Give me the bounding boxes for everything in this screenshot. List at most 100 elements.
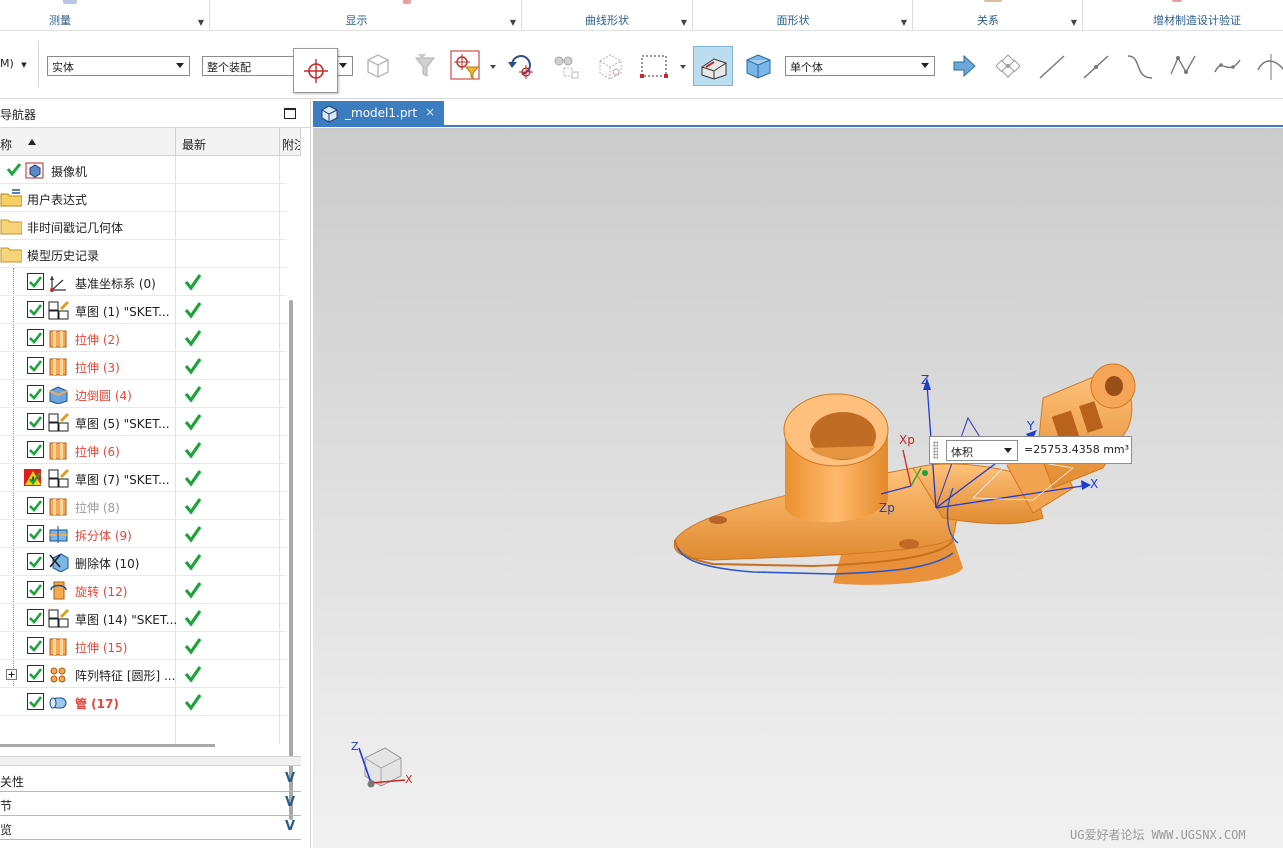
feature-checkbox[interactable]	[27, 665, 44, 682]
sketch-icon	[48, 608, 70, 628]
checkmark-icon	[184, 386, 202, 403]
tree-row-non-timestamp-geometry[interactable]: 非时间戳记几何体	[0, 212, 287, 240]
measure-type-select[interactable]: 体积	[946, 440, 1018, 461]
dependencies-panel[interactable]: 关性 V	[0, 768, 301, 792]
feature-checkbox[interactable]	[27, 357, 44, 374]
ribbon-group-curve-shape[interactable]: 曲线形状 ▼	[522, 0, 693, 31]
ribbon-group-am-validation[interactable]: 增材制造设计验证	[1083, 0, 1283, 31]
tree-row-feature[interactable]: 边倒圆 (4)	[0, 380, 287, 408]
body-select-button[interactable]	[738, 46, 778, 86]
feature-checkbox[interactable]	[27, 385, 44, 402]
chevron-down-icon[interactable]: V	[285, 819, 295, 834]
feature-checkbox[interactable]	[27, 525, 44, 542]
feature-checkbox[interactable]	[27, 441, 44, 458]
tree-row-feature[interactable]: 草图 (14) "SKET...	[0, 604, 287, 632]
feature-checkbox[interactable]	[27, 413, 44, 430]
filter-select-button[interactable]	[404, 46, 444, 86]
chevron-down-icon[interactable]: ▼	[510, 18, 516, 27]
rectangle-select-button[interactable]	[634, 46, 674, 86]
part-model[interactable]	[673, 363, 1136, 585]
tree-row-feature[interactable]: 拉伸 (8)	[0, 492, 287, 520]
select-hidden-button[interactable]	[546, 46, 586, 86]
tree-row-feature[interactable]: 阵列特征 [圆形] ...	[0, 660, 287, 688]
chevron-down-icon[interactable]	[490, 65, 496, 69]
view-triad: Z X	[351, 740, 413, 788]
toolbar-divider	[38, 41, 39, 87]
tree-row-feature[interactable]: 拉伸 (2)	[0, 324, 287, 352]
menu-button-fragment[interactable]: M) ▼	[0, 57, 27, 70]
tree-row-feature[interactable]: 旋转 (12)	[0, 576, 287, 604]
panel-divider[interactable]	[0, 756, 301, 766]
maximize-icon[interactable]	[284, 108, 296, 119]
details-panel[interactable]: 节 V	[0, 792, 301, 816]
feature-checkbox[interactable]	[27, 609, 44, 626]
spline-poles-button[interactable]	[1164, 46, 1204, 86]
chevron-down-icon[interactable]: ▼	[681, 18, 687, 27]
chevron-down-icon[interactable]: V	[285, 795, 295, 810]
horizontal-scrollbar[interactable]	[0, 744, 215, 747]
tree-item-label: 草图 (1) "SKET...	[75, 305, 170, 319]
curve-tool-button[interactable]	[1120, 46, 1160, 86]
feature-checkbox[interactable]	[27, 637, 44, 654]
feature-checkbox[interactable]	[27, 553, 44, 570]
warning-icon[interactable]: !	[24, 469, 41, 486]
spline-through-points-button[interactable]	[1208, 46, 1248, 86]
feature-checkbox[interactable]	[27, 329, 44, 346]
type-filter-select[interactable]: 实体	[47, 56, 190, 76]
graphics-viewport[interactable]: Z Y X Xp Zp Z X	[313, 128, 1283, 848]
chevron-down-icon[interactable]: V	[285, 771, 295, 786]
snap-point-popup[interactable]	[293, 48, 338, 93]
close-icon[interactable]: ×	[425, 105, 435, 119]
model-canvas[interactable]: Z Y X Xp Zp Z X	[313, 128, 1283, 848]
select-box-button[interactable]	[590, 46, 630, 86]
ribbon-group-measure[interactable]: 测量 ▼	[0, 0, 210, 31]
feature-checkbox[interactable]	[27, 301, 44, 318]
tree-row-feature[interactable]: 基准坐标系 (0)	[0, 268, 287, 296]
tree-row-feature[interactable]: 拉伸 (3)	[0, 352, 287, 380]
tree-row-model-history[interactable]: 模型历史记录	[0, 240, 287, 268]
tree-item-label: 草图 (14) "SKET...	[75, 613, 178, 627]
chevron-down-icon[interactable]: ▼	[1071, 18, 1077, 27]
ribbon-group-relation[interactable]: 关系 ▼	[913, 0, 1083, 31]
column-name[interactable]: 称	[0, 128, 176, 156]
tree-row-feature[interactable]: 删除体 (10)	[0, 548, 287, 576]
tree-row-feature[interactable]: 草图 (5) "SKET...	[0, 408, 287, 436]
tree-row-feature[interactable]: ! 草图 (7) "SKET...	[0, 464, 287, 492]
ribbon-group-display[interactable]: 显示 ▼	[210, 0, 522, 31]
feature-checkbox[interactable]	[27, 581, 44, 598]
chevron-down-icon[interactable]: ▼	[198, 18, 204, 27]
highlight-hidden-edges-button[interactable]	[693, 46, 733, 86]
drag-handle-icon[interactable]	[933, 441, 938, 459]
chevron-down-icon[interactable]	[680, 65, 686, 69]
panel-label: 节	[0, 799, 13, 813]
tree-row-feature[interactable]: 拆分体 (9)	[0, 520, 287, 548]
feature-checkbox[interactable]	[27, 693, 44, 710]
select-features-button[interactable]	[358, 46, 398, 86]
selection-arrow-button[interactable]	[944, 46, 984, 86]
measure-readout[interactable]: 体积 =25753.4358 mm³	[929, 436, 1132, 464]
tree-row-user-expressions[interactable]: 用户表达式	[0, 184, 287, 212]
tree-row-camera[interactable]: 摄像机	[0, 156, 287, 184]
feature-tree: 摄像机 用户表达式 非时间戳记几何体 模型历史记录 基准坐标系 (0) 草图 (…	[0, 156, 287, 744]
tree-row-feature[interactable]: 拉伸 (15)	[0, 632, 287, 660]
more-tools-button[interactable]	[1252, 46, 1283, 86]
line-tool-button[interactable]	[1032, 46, 1072, 86]
tree-row-feature[interactable]: 草图 (1) "SKET...	[0, 296, 287, 324]
tree-row-feature[interactable]: 管 (17)	[0, 688, 287, 716]
snap-point-filter-button[interactable]	[446, 46, 486, 86]
feature-checkbox[interactable]	[27, 497, 44, 514]
feature-checkbox[interactable]	[27, 273, 44, 290]
preview-panel[interactable]: 览 V	[0, 816, 301, 840]
expand-plus-icon[interactable]	[6, 669, 17, 680]
body-rule-select[interactable]: 单个体	[785, 56, 935, 76]
column-attached[interactable]: 附注	[280, 128, 301, 156]
undo-selection-button[interactable]	[502, 46, 542, 86]
column-latest[interactable]: 最新	[176, 128, 280, 156]
point-line-button[interactable]	[1076, 46, 1116, 86]
tree-row-feature[interactable]: 拉伸 (6)	[0, 436, 287, 464]
chevron-down-icon[interactable]: ▼	[901, 18, 907, 27]
tab-model1[interactable]: _model1.prt ×	[313, 101, 444, 127]
select-points-button[interactable]	[988, 46, 1028, 86]
ribbon-group-face-shape[interactable]: 面形状 ▼	[693, 0, 913, 31]
vertical-scrollbar[interactable]	[289, 300, 293, 820]
